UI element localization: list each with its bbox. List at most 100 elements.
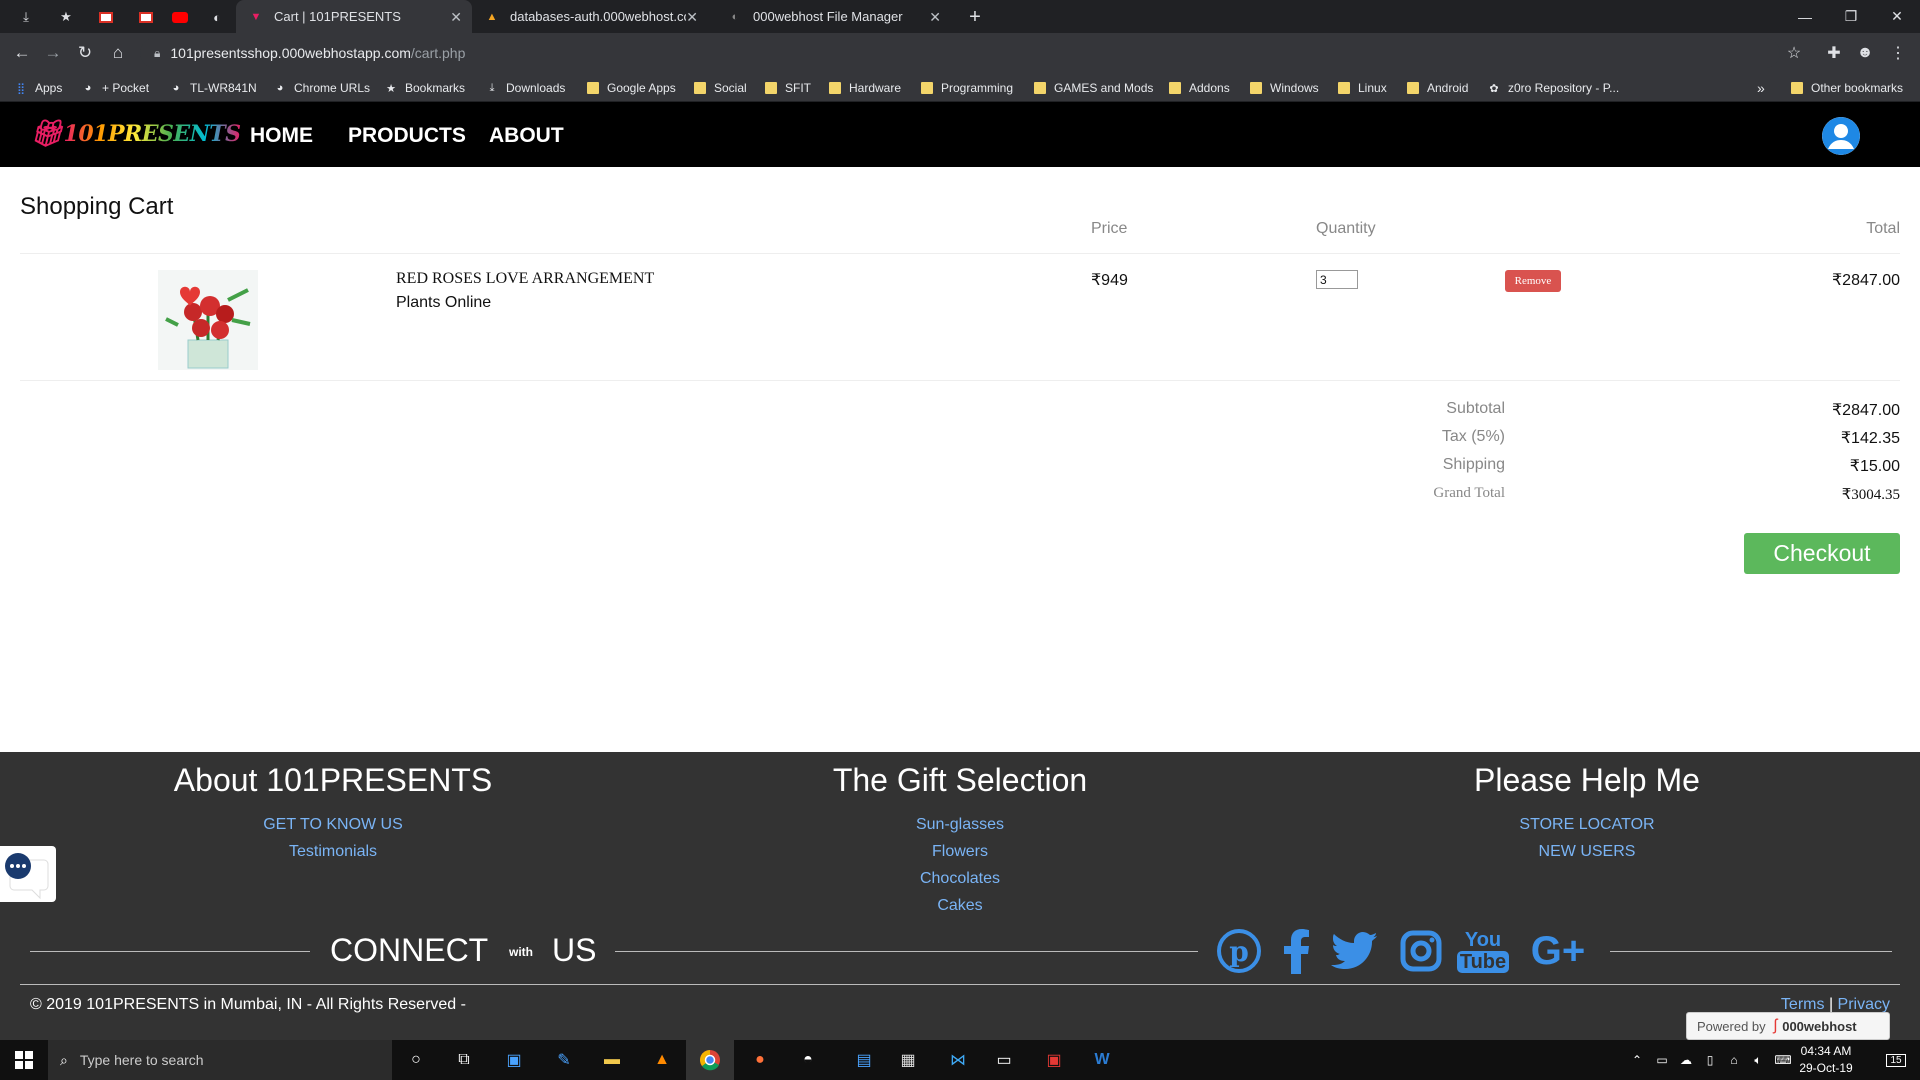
chrome-icon[interactable] [686, 1040, 734, 1080]
battery-icon[interactable]: ▯ [1698, 1040, 1722, 1080]
pinned-tab-globe-icon[interactable]: ◐ [207, 7, 227, 27]
windows-start-icon[interactable] [0, 1040, 48, 1080]
close-icon[interactable]: ✕ [450, 9, 462, 26]
network-icon[interactable]: ⌂ [1722, 1040, 1746, 1080]
restore-icon[interactable]: ❐ [1828, 0, 1874, 33]
instagram-icon[interactable] [1398, 926, 1444, 976]
tab-cart[interactable]: ▼ Cart | 101PRESENTS ✕ [236, 0, 472, 33]
cortana-icon[interactable]: ○ [392, 1040, 440, 1080]
download-icon[interactable]: ⤓ [16, 7, 36, 27]
tab-databases-auth[interactable]: ▲ databases-auth.000webhost.com ✕ [472, 0, 708, 33]
task-view-icon[interactable]: ⧉ [440, 1040, 488, 1080]
bookmark-pocket[interactable]: ◕ + Pocket [81, 79, 149, 97]
volume-icon[interactable]: 🔈︎ [1746, 1040, 1770, 1080]
profile-icon[interactable]: ☻ [1853, 41, 1877, 65]
bookmark-folder-google-apps[interactable]: Google Apps [586, 79, 676, 97]
gift-favicon-icon: ▼ [250, 10, 262, 23]
taskbar-app-icon[interactable]: ✎ [540, 1040, 588, 1080]
bookmark-folder-programming[interactable]: Programming [920, 79, 1013, 97]
bookmark-chrome-urls[interactable]: ◕ Chrome URLs [273, 79, 370, 97]
footer-link-flowers[interactable]: Flowers [760, 843, 1160, 861]
close-icon[interactable]: ✕ [929, 9, 941, 26]
reload-icon[interactable]: ↻ [73, 41, 97, 65]
minimize-icon[interactable]: — [1782, 0, 1828, 33]
bookmark-z0ro-repository[interactable]: ✿ z0ro Repository - P... [1487, 79, 1619, 97]
window-close-icon[interactable]: ✕ [1874, 0, 1920, 33]
terms-link[interactable]: Terms [1781, 996, 1825, 1013]
bookmark-folder-android[interactable]: Android [1406, 79, 1468, 97]
bookmark-folder-sfit[interactable]: SFIT [764, 79, 811, 97]
pinterest-icon[interactable]: p [1216, 926, 1262, 976]
twitter-icon[interactable] [1330, 926, 1378, 976]
google-plus-icon[interactable]: G+ [1525, 926, 1591, 976]
chat-widget-button[interactable] [0, 846, 56, 902]
notification-center-icon[interactable]: 15 [1872, 1040, 1920, 1080]
taskbar-app-icon[interactable]: ◓ [784, 1040, 832, 1080]
terminal-icon[interactable]: ▭ [980, 1040, 1028, 1080]
bookmark-bookmarks[interactable]: ★ Bookmarks [384, 79, 465, 97]
taskbar-app-icon[interactable]: ▤ [840, 1040, 888, 1080]
footer-link-store-locator[interactable]: STORE LOCATOR [1387, 816, 1787, 834]
bookmark-folder-other[interactable]: Other bookmarks [1790, 79, 1903, 97]
nav-home[interactable]: HOME [250, 124, 313, 148]
taskbar-app-icon[interactable]: ▣ [490, 1040, 538, 1080]
bookmark-folder-addons[interactable]: Addons [1168, 79, 1230, 97]
quantity-input[interactable] [1316, 270, 1358, 289]
privacy-link[interactable]: Privacy [1838, 996, 1890, 1013]
youtube-icon[interactable]: You Tube [1456, 926, 1510, 976]
nav-products[interactable]: PRODUCTS [348, 124, 466, 148]
bookmark-downloads[interactable]: ⤓ Downloads [485, 79, 566, 97]
powered-by-badge[interactable]: Powered by ʃ 000webhost [1686, 1012, 1890, 1040]
taskbar-app-icon[interactable]: ▦ [884, 1040, 932, 1080]
menu-icon[interactable]: ⋮ [1886, 41, 1910, 65]
user-account-icon[interactable] [1822, 117, 1860, 155]
nav-about[interactable]: ABOUT [489, 124, 564, 148]
home-icon[interactable]: ⌂ [106, 41, 130, 65]
bookmark-star-icon[interactable]: ☆ [1782, 41, 1806, 65]
new-tab-icon[interactable]: + [965, 6, 985, 28]
star-icon[interactable]: ★ [56, 7, 76, 27]
bookmark-folder-linux[interactable]: Linux [1337, 79, 1387, 97]
bookmark-folder-hardware[interactable]: Hardware [828, 79, 901, 97]
footer-link-get-to-know-us[interactable]: GET TO KNOW US [133, 816, 533, 834]
pinned-tab-youtube-icon[interactable] [170, 7, 190, 27]
remove-button[interactable]: Remove [1505, 270, 1561, 292]
forward-icon[interactable]: → [41, 41, 65, 65]
footer-link-cakes[interactable]: Cakes [760, 897, 1160, 915]
taskbar-search[interactable]: ⌕ Type here to search [48, 1040, 392, 1080]
address-bar[interactable]: 🔒︎ 101presentsshop.000webhostapp.com/car… [140, 38, 1780, 68]
extensions-icon[interactable]: ✚ [1822, 41, 1846, 65]
close-icon[interactable]: ✕ [686, 9, 698, 26]
bookmark-folder-social[interactable]: Social [693, 79, 747, 97]
tray-chevron-icon[interactable]: ⌃ [1625, 1040, 1649, 1080]
firefox-icon[interactable]: ● [736, 1040, 784, 1080]
bookmarks-overflow-button[interactable]: » [1757, 79, 1765, 97]
bookmark-apps[interactable]: ⣿ Apps [14, 79, 62, 97]
tray-display-icon[interactable]: ▭ [1650, 1040, 1674, 1080]
footer-link-sunglasses[interactable]: Sun-glasses [760, 816, 1160, 834]
pinned-tab-gmail-icon[interactable] [136, 7, 156, 27]
bookmark-folder-games[interactable]: GAMES and Mods [1033, 79, 1153, 97]
taskbar-clock[interactable]: 04:34 AM 29-Oct-19 [1795, 1043, 1857, 1077]
onedrive-icon[interactable]: ☁ [1674, 1040, 1698, 1080]
word-icon[interactable]: W [1078, 1040, 1126, 1080]
keyboard-icon[interactable]: ⌨ [1770, 1040, 1796, 1080]
footer-link-chocolates[interactable]: Chocolates [760, 870, 1160, 888]
footer-link-testimonials[interactable]: Testimonials [133, 843, 533, 861]
file-explorer-icon[interactable]: ▬ [588, 1040, 636, 1080]
repo-icon: ✿ [1489, 82, 1499, 95]
bookmark-folder-windows[interactable]: Windows [1249, 79, 1319, 97]
tab-file-manager[interactable]: ◐ 000webhost File Manager ✕ [715, 0, 951, 33]
vlc-icon[interactable]: ▲ [638, 1040, 686, 1080]
product-name[interactable]: RED ROSES LOVE ARRANGEMENT [396, 270, 654, 288]
facebook-icon[interactable] [1282, 926, 1312, 976]
pinned-tab-gmail-icon[interactable] [96, 7, 116, 27]
footer-link-new-users[interactable]: NEW USERS [1387, 843, 1787, 861]
bookmark-router[interactable]: ◕ TL-WR841N [169, 79, 257, 97]
clock-time: 04:34 AM [1800, 1044, 1852, 1058]
checkout-button[interactable]: Checkout [1744, 533, 1900, 574]
taskbar-app-icon[interactable]: ▣ [1030, 1040, 1078, 1080]
vscode-icon[interactable]: ⋈ [934, 1040, 982, 1080]
site-logo[interactable]: 🎁︎ 101PRESENTS [30, 114, 241, 154]
back-icon[interactable]: ← [10, 41, 34, 65]
